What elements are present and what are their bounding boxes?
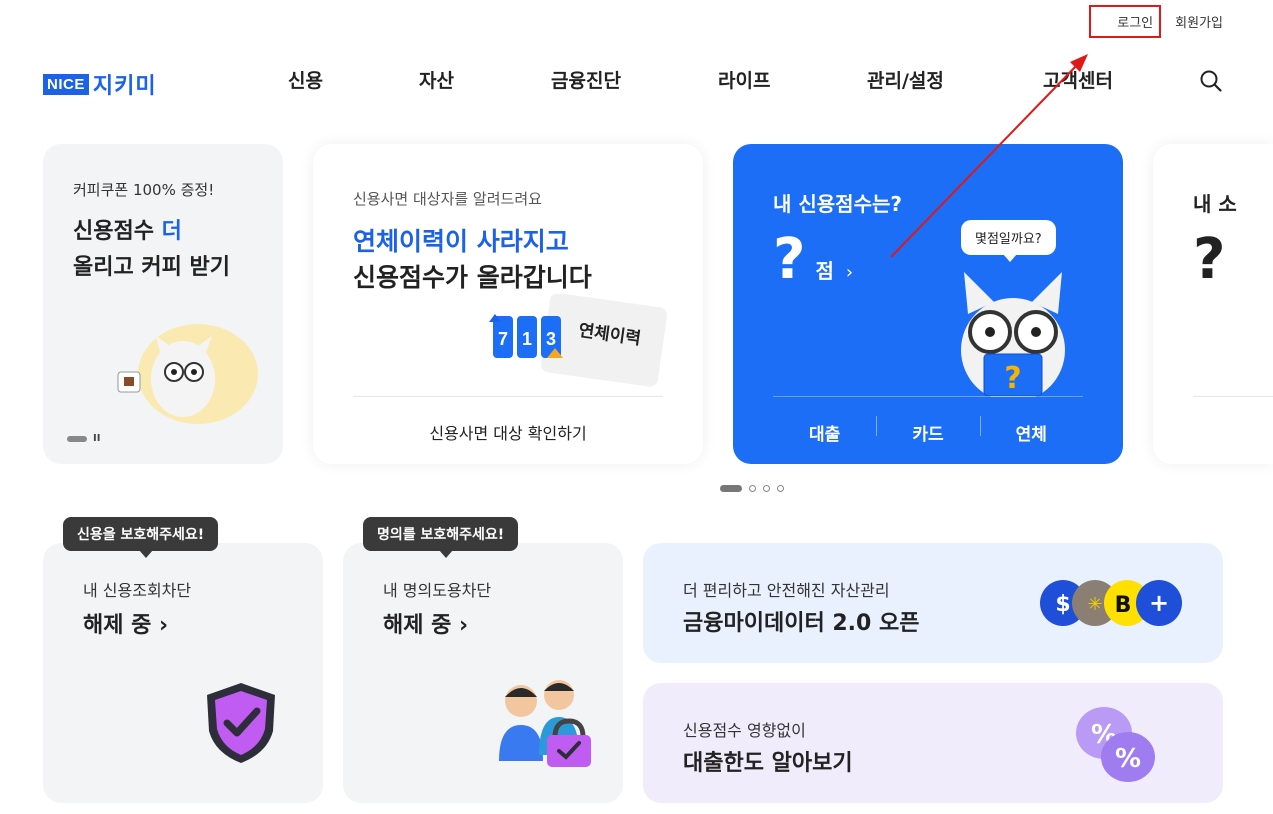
pagination-dot[interactable]: [763, 485, 770, 492]
mascot-mark: ?: [1004, 361, 1021, 396]
speech-bubble: 몇점일까요?: [961, 220, 1056, 262]
carousel-controls: II: [67, 433, 100, 444]
card-subtitle: 신용사면 대상자를 알려드려요: [353, 190, 542, 208]
chevron-right-icon: ›: [845, 262, 854, 283]
score-value: ?: [1193, 227, 1226, 292]
nav-assets[interactable]: 자산: [419, 66, 454, 93]
mydata-banner[interactable]: 더 편리하고 안전해진 자산관리 금융마이데이터 2.0 오픈 $ ✳ B +: [643, 543, 1223, 663]
banner-title: 대출한도 알아보기: [683, 751, 853, 776]
score-unit: 점: [815, 259, 834, 283]
card-title: 신용점수 더 올리고 커피 받기: [73, 219, 230, 280]
card-title-highlight: 연체이력이 사라지고: [353, 227, 569, 256]
credit-score-link[interactable]: ? 점 ›: [773, 232, 853, 288]
identity-theft-block-tile[interactable]: 내 명의도용차단 해제 중 ›: [343, 543, 623, 803]
pagination-active[interactable]: [720, 485, 742, 492]
mascot-illustration: ?: [961, 272, 1065, 397]
amnesty-check-link[interactable]: 신용사면 대상 확인하기: [313, 420, 703, 444]
promo-card-coffee[interactable]: 커피쿠폰 100% 증정! 신용점수 더 올리고 커피 받기 II: [43, 144, 283, 464]
credit-score-card[interactable]: 내 신용점수는? ? 점 › 몇점일까요? ? 대출 카드 연체: [733, 144, 1123, 464]
tooltip-identity-protect: 명의를 보호해주세요!: [363, 517, 519, 558]
banner-title: 금융마이데이터 2.0 오픈: [683, 611, 920, 636]
counter-digit: 7: [498, 329, 508, 349]
banner-label: 더 편리하고 안전해진 자산관리: [683, 581, 890, 600]
nav-finance-diagnosis[interactable]: 금융진단: [551, 66, 621, 93]
tab-overdue[interactable]: 연체: [979, 416, 1083, 445]
counter-digit: 1: [522, 329, 532, 349]
tile-label: 내 신용조회차단: [83, 581, 192, 600]
pagination-dot[interactable]: [749, 485, 756, 492]
loan-limit-banner[interactable]: 신용점수 영향없이 대출한도 알아보기 % %: [643, 683, 1223, 803]
signup-link[interactable]: 회원가입: [1175, 12, 1223, 31]
credit-history-illustration: 7 1 3 연체이력: [489, 294, 667, 387]
banner-label: 신용점수 영향없이: [683, 721, 806, 740]
card-subtitle: 커피쿠폰 100% 증정!: [73, 181, 215, 199]
score-value: ?: [773, 227, 806, 292]
card-title: 신용점수가 올라갑니다: [353, 263, 592, 292]
nav-customer-center[interactable]: 고객센터: [1043, 66, 1113, 93]
percent-coins-icon: % %: [1076, 707, 1155, 782]
counter-digit: 3: [546, 329, 556, 349]
nav-life[interactable]: 라이프: [718, 66, 770, 93]
mascot-coffee-illustration: [117, 324, 258, 424]
tile-status: 해제 중 ›: [83, 613, 169, 638]
tile-label: 내 명의도용차단: [383, 581, 492, 600]
bank-logos-icon: $ ✳ B +: [1040, 580, 1182, 626]
pagination-dot[interactable]: [777, 485, 784, 492]
shield-icon: [207, 683, 275, 763]
svg-text:%: %: [1115, 744, 1141, 774]
card-divider: [1193, 396, 1273, 397]
card-title: 내 신용점수는?: [773, 192, 902, 216]
login-link[interactable]: 로그인: [1117, 12, 1153, 31]
card-divider: [353, 396, 663, 397]
nav-credit[interactable]: 신용: [288, 66, 323, 93]
svg-text:B: B: [1115, 593, 1132, 618]
card-title: 내 소: [1193, 192, 1237, 216]
pause-button[interactable]: II: [93, 433, 100, 444]
nav-settings[interactable]: 관리/설정: [867, 66, 944, 93]
utility-links: 로그인 회원가입: [1117, 12, 1223, 31]
promo-card-amnesty[interactable]: 신용사면 대상자를 알려드려요 연체이력이 사라지고 신용점수가 올라갑니다 7…: [313, 144, 703, 464]
tooltip-credit-protect: 신용을 보호해주세요!: [63, 517, 219, 558]
score-tabs: 대출 카드 연체: [773, 416, 1083, 445]
tab-loan[interactable]: 대출: [773, 420, 876, 445]
promo-card-partial[interactable]: 내 소 ?: [1153, 144, 1273, 464]
people-lock-icon: [499, 680, 591, 767]
svg-text:✳: ✳: [1087, 594, 1102, 615]
card-divider: [773, 396, 1083, 397]
tile-status: 해제 중 ›: [383, 613, 469, 638]
carousel-indicator: [67, 435, 87, 442]
credit-inquiry-block-tile[interactable]: 내 신용조회차단 해제 중 ›: [43, 543, 323, 803]
svg-text:+: +: [1149, 589, 1169, 617]
svg-text:$: $: [1055, 592, 1070, 617]
tab-card[interactable]: 카드: [876, 416, 979, 445]
main-nav: 신용 자산 금융진단 라이프 관리/설정 고객센터: [0, 66, 1273, 96]
carousel-pagination: [720, 485, 784, 492]
search-icon[interactable]: [1199, 69, 1223, 93]
